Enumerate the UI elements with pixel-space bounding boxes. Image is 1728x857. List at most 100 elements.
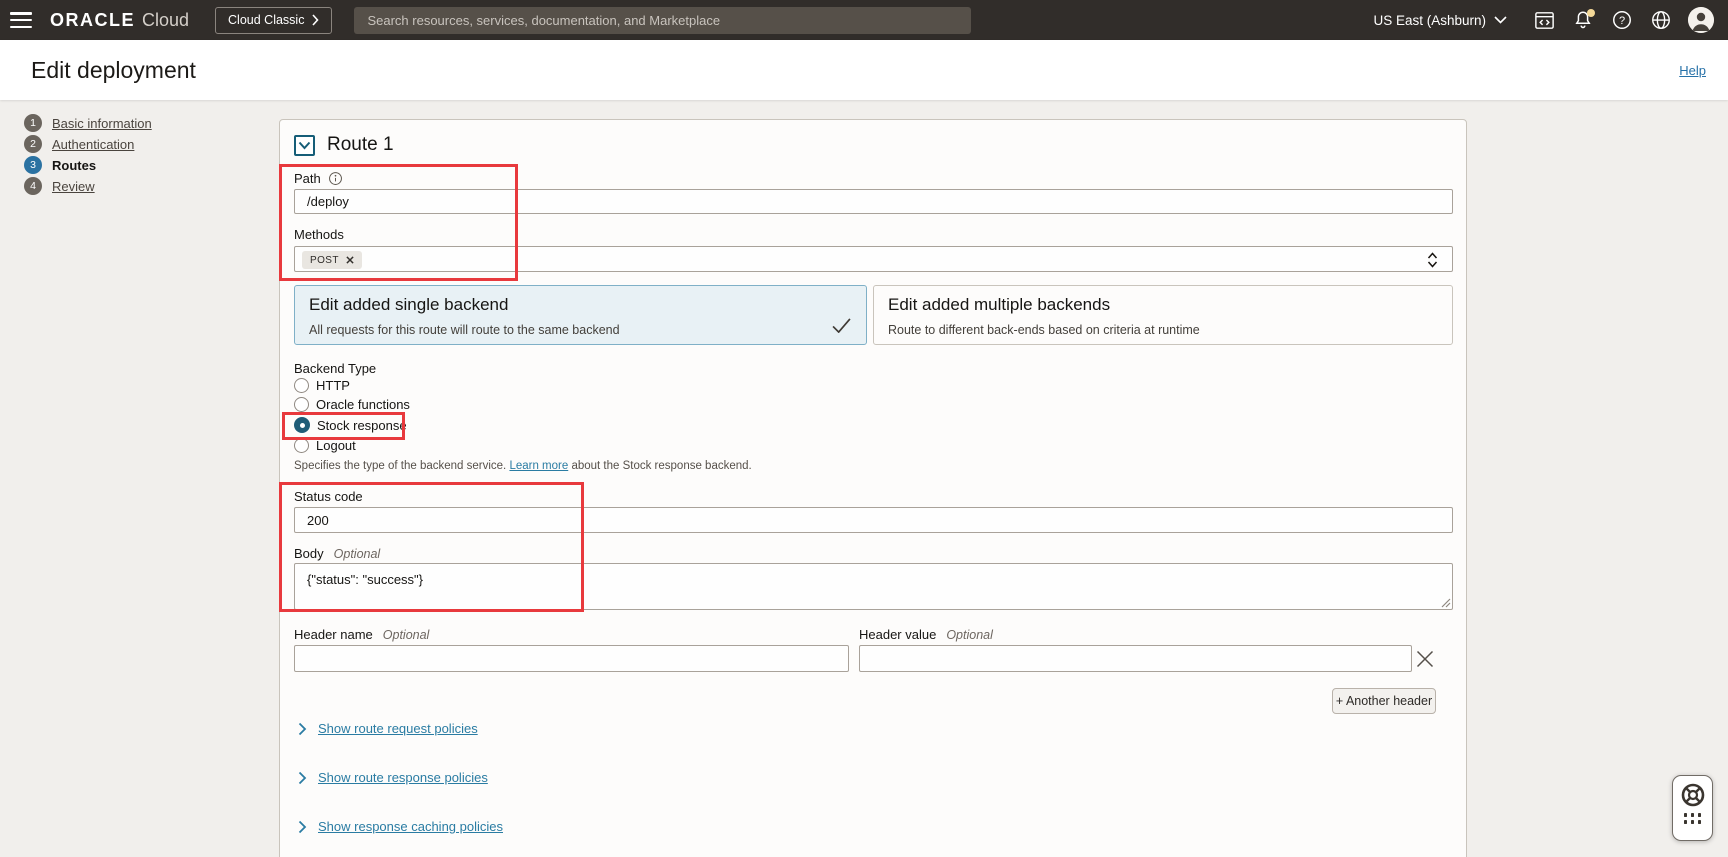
console-icon[interactable]	[1532, 8, 1556, 32]
region-selector[interactable]: US East (Ashburn)	[1373, 13, 1507, 28]
brand-oracle: ORACLE	[50, 10, 135, 31]
radio-icon-selected[interactable]	[294, 417, 310, 433]
step-number-badge: 2	[24, 135, 42, 153]
wizard-step-routes-current[interactable]: 3 Routes	[24, 158, 152, 172]
help-launcher-widget[interactable]	[1672, 775, 1713, 841]
radio-http[interactable]: HTTP	[294, 378, 350, 393]
wizard-step-basic-information[interactable]: 1 Basic information	[24, 116, 152, 130]
policy-link-label[interactable]: Show route request policies	[318, 721, 478, 736]
methods-label: Methods	[294, 227, 344, 242]
help-link[interactable]: Help	[1679, 63, 1706, 78]
single-backend-title: Edit added single backend	[309, 295, 852, 315]
selected-checkmark-icon	[832, 318, 851, 333]
step-number-badge: 4	[24, 177, 42, 195]
top-bar: ORACLE Cloud Cloud Classic US East (Ashb…	[0, 0, 1728, 40]
header-value-label: Header value	[859, 627, 936, 642]
header-name-optional-tag: Optional	[383, 628, 430, 642]
show-route-response-policies[interactable]: Show route response policies	[298, 770, 488, 785]
user-avatar[interactable]	[1688, 7, 1714, 33]
another-header-button[interactable]: + Another header	[1332, 688, 1436, 714]
select-spinner-icon[interactable]	[1427, 252, 1438, 273]
multiple-backends-subtitle: Route to different back-ends based on cr…	[888, 323, 1438, 337]
chevron-down-icon	[1494, 16, 1507, 24]
step-label[interactable]: Review	[52, 179, 95, 194]
header-name-label-row: Header name Optional	[294, 627, 429, 642]
multiple-backends-title: Edit added multiple backends	[888, 295, 1438, 315]
path-label: Path	[294, 171, 321, 186]
single-backend-card[interactable]: Edit added single backend All requests f…	[294, 285, 867, 345]
path-label-row: Path	[294, 171, 343, 186]
show-route-request-policies[interactable]: Show route request policies	[298, 721, 478, 736]
step-number-badge: 1	[24, 114, 42, 132]
header-value-label-row: Header value Optional	[859, 627, 993, 642]
chevron-right-icon	[312, 14, 319, 26]
step-label[interactable]: Authentication	[52, 137, 134, 152]
radio-icon[interactable]	[294, 378, 309, 393]
header-name-input[interactable]	[294, 645, 849, 672]
radio-label: Logout	[316, 438, 356, 453]
method-chip-label: POST	[310, 255, 339, 266]
backend-type-label: Backend Type	[294, 361, 376, 376]
brand-cloud: Cloud	[142, 10, 189, 31]
page-header: Edit deployment Help	[0, 40, 1728, 100]
step-number-badge: 3	[24, 156, 42, 174]
step-label[interactable]: Basic information	[52, 116, 152, 131]
remove-header-icon[interactable]	[1416, 650, 1434, 668]
life-ring-icon	[1679, 781, 1707, 809]
topbar-right-cluster: US East (Ashburn) ?	[1373, 7, 1714, 33]
radio-stock-response-selected[interactable]: Stock response	[294, 417, 407, 433]
route-header: Route 1	[294, 134, 394, 156]
cloud-classic-button[interactable]: Cloud Classic	[215, 7, 332, 34]
header-value-input[interactable]	[859, 645, 1412, 672]
search-input[interactable]	[354, 7, 971, 34]
body-optional-tag: Optional	[334, 547, 381, 561]
body-label: Body	[294, 546, 324, 561]
policy-link-label[interactable]: Show route response policies	[318, 770, 488, 785]
notifications-bell-icon[interactable]	[1571, 8, 1595, 32]
learn-more-link[interactable]: Learn more	[509, 460, 568, 472]
radio-label: Stock response	[317, 418, 407, 433]
header-value-optional-tag: Optional	[946, 628, 993, 642]
header-name-label: Header name	[294, 627, 373, 642]
backend-type-hint: Specifies the type of the backend servic…	[294, 460, 752, 472]
globe-icon[interactable]	[1649, 8, 1673, 32]
oracle-cloud-console: ORACLE Cloud Cloud Classic US East (Ashb…	[0, 0, 1728, 857]
oracle-cloud-logo[interactable]: ORACLE Cloud	[50, 10, 189, 31]
radio-oracle-functions[interactable]: Oracle functions	[294, 397, 410, 412]
show-response-caching-policies[interactable]: Show response caching policies	[298, 819, 503, 834]
menu-icon[interactable]	[10, 12, 32, 28]
region-label: US East (Ashburn)	[1373, 13, 1486, 28]
route-title: Route 1	[327, 134, 394, 156]
status-code-label: Status code	[294, 489, 363, 504]
radio-icon[interactable]	[294, 397, 309, 412]
method-chip-post: POST	[302, 251, 362, 269]
wizard-steps: 1 Basic information 2 Authentication 3 R…	[24, 116, 152, 193]
multiple-backends-card[interactable]: Edit added multiple backends Route to di…	[873, 285, 1453, 345]
chevron-right-icon	[298, 771, 307, 785]
wizard-step-review[interactable]: 4 Review	[24, 179, 152, 193]
hint-prefix: Specifies the type of the backend servic…	[294, 460, 509, 472]
chevron-right-icon	[298, 820, 307, 834]
radio-icon[interactable]	[294, 438, 309, 453]
path-input[interactable]	[294, 189, 1453, 214]
radio-logout[interactable]: Logout	[294, 438, 356, 453]
cloud-classic-label: Cloud Classic	[228, 13, 304, 27]
radio-label: Oracle functions	[316, 397, 410, 412]
status-code-input[interactable]	[294, 507, 1453, 533]
body-textarea[interactable]	[294, 563, 1453, 610]
collapse-route-chevron-icon[interactable]	[294, 135, 315, 156]
hint-suffix: about the Stock response backend.	[568, 460, 751, 472]
dots-grid-icon	[1684, 813, 1702, 824]
wizard-step-authentication[interactable]: 2 Authentication	[24, 137, 152, 151]
route-panel: Route 1 Path Methods POST Edit added sin…	[279, 119, 1467, 857]
page-title: Edit deployment	[31, 57, 196, 84]
chevron-right-icon	[298, 722, 307, 736]
chip-remove-icon[interactable]	[346, 256, 354, 264]
methods-multiselect[interactable]: POST	[294, 246, 1453, 272]
help-circle-icon[interactable]: ?	[1610, 8, 1634, 32]
body-label-row: Body Optional	[294, 546, 380, 561]
info-icon[interactable]	[328, 171, 343, 186]
svg-text:?: ?	[1619, 15, 1625, 27]
policy-link-label[interactable]: Show response caching policies	[318, 819, 503, 834]
notification-badge	[1587, 9, 1595, 17]
